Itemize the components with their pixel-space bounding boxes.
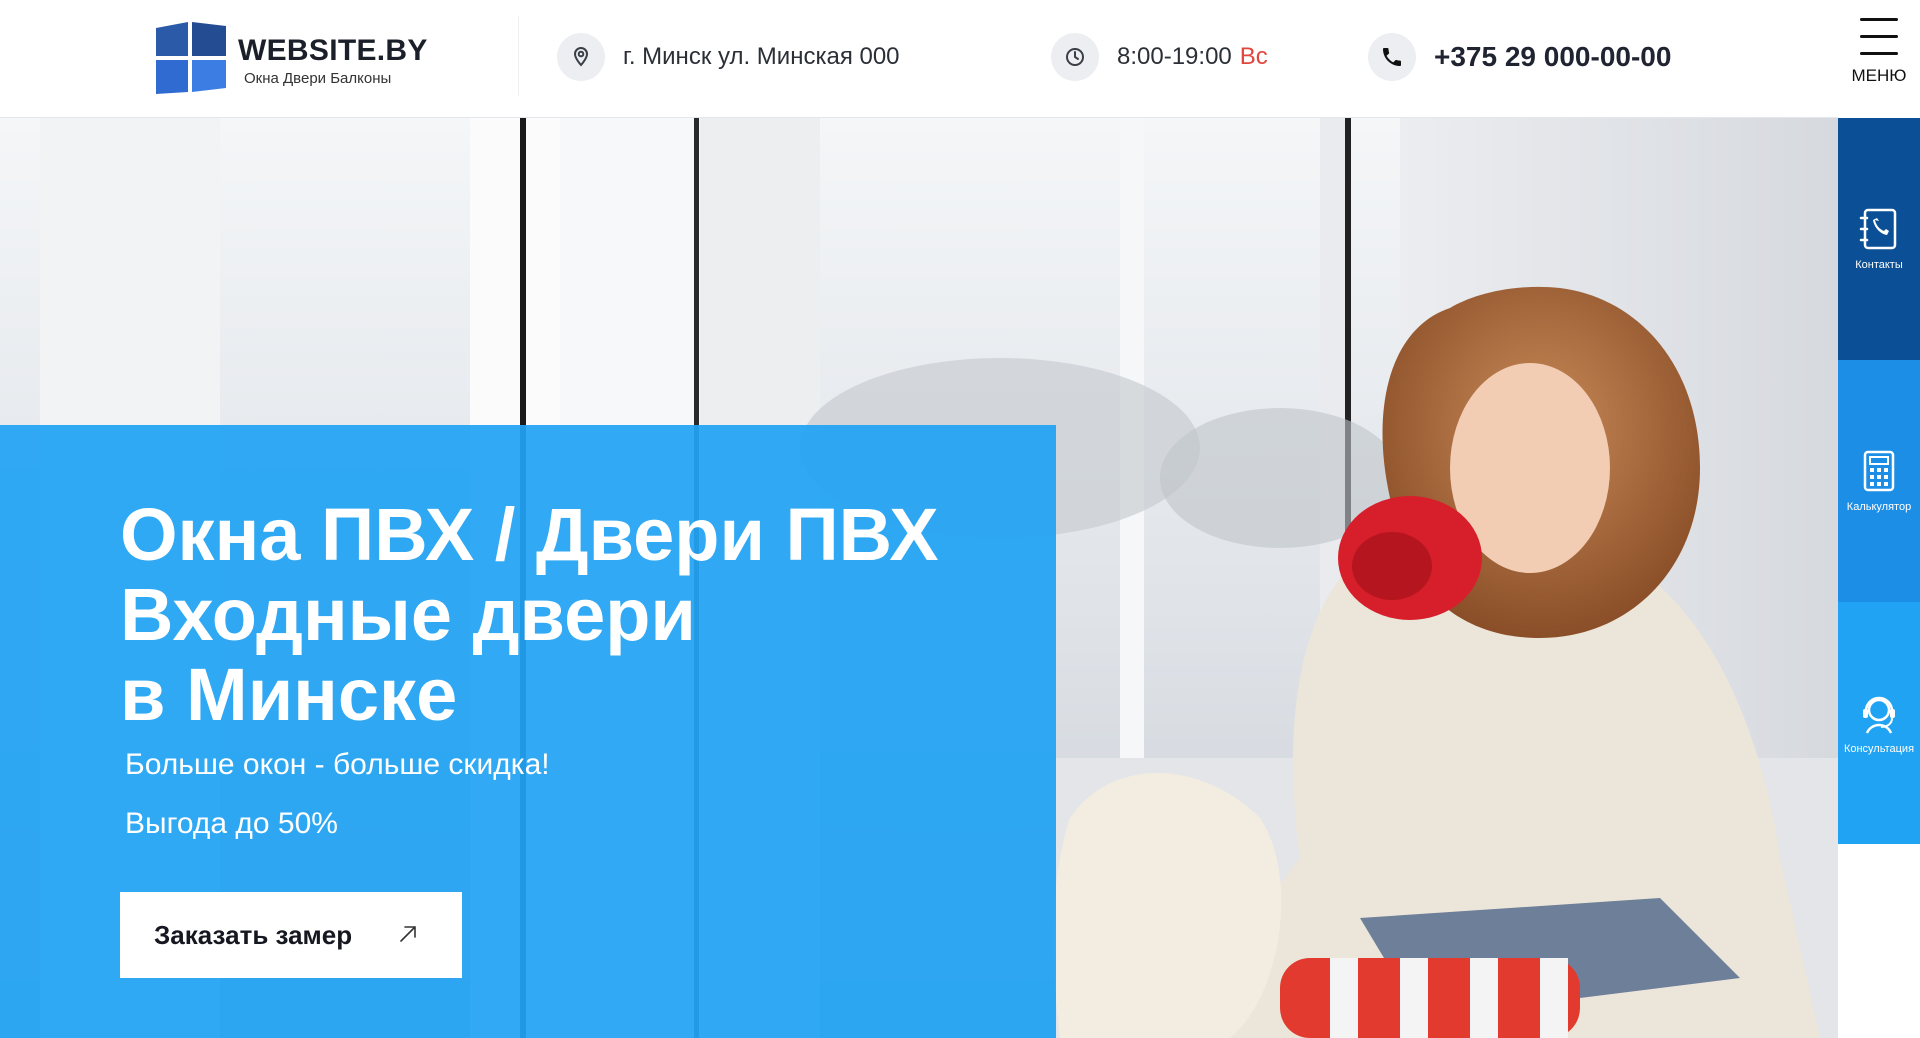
hero-banner: Окна ПВХ / Двери ПВХ Входные двери в Мин… <box>0 118 1838 1038</box>
contacts-label: Контакты <box>1855 259 1903 271</box>
calculator-label: Калькулятор <box>1846 501 1912 513</box>
location-pin-icon <box>557 33 605 81</box>
header-divider <box>518 16 519 96</box>
site-header: WEBSITE.BY Окна Двери Балконы г. Минск у… <box>0 0 1838 118</box>
headset-icon <box>1863 696 1895 734</box>
hero-title: Окна ПВХ / Двери ПВХ Входные двери в Мин… <box>120 495 1040 735</box>
contacts-button[interactable]: Контакты <box>1838 118 1920 360</box>
hamburger-icon <box>1860 18 1898 56</box>
hero-title-line-1: Окна ПВХ / Двери ПВХ <box>120 493 939 576</box>
hours-day-text: Вс <box>1239 43 1268 70</box>
hero-title-line-3: в Минске <box>120 653 458 736</box>
calculator-button[interactable]: Калькулятор <box>1838 360 1920 602</box>
arrow-up-right-icon <box>400 926 416 942</box>
cta-label: Заказать замер <box>154 919 353 950</box>
address-text: г. Минск ул. Минская 000 <box>623 43 900 70</box>
logo-tagline: Окна Двери Балконы <box>244 70 392 87</box>
order-measurement-button[interactable]: Заказать замер <box>120 892 462 978</box>
consultation-label: Консультация <box>1843 743 1915 755</box>
window-logo-icon <box>156 22 226 94</box>
hero-subtitle-benefit: Выгода до 50% <box>125 807 338 840</box>
menu-button[interactable]: МЕНЮ <box>1838 0 1920 118</box>
consultation-button[interactable]: Консультация <box>1838 602 1920 844</box>
calculator-icon <box>1863 450 1895 492</box>
header-hours: 8:00-19:00 Вс <box>1051 32 1268 82</box>
menu-label: МЕНЮ <box>1851 66 1907 85</box>
hero-subtitle-discount: Больше окон - больше скидка! <box>125 748 550 781</box>
phone-number: +375 29 000-00-00 <box>1434 41 1672 72</box>
clock-icon <box>1051 33 1099 81</box>
hours-text: 8:00-19:00 <box>1117 43 1232 70</box>
hero-title-line-2: Входные двери <box>120 573 696 656</box>
contacts-book-icon <box>1859 208 1897 250</box>
side-rail: МЕНЮ Контакты Калькулятор Консультация <box>1838 0 1920 1038</box>
logo-name: WEBSITE.BY <box>238 34 428 67</box>
site-logo[interactable]: WEBSITE.BY Окна Двери Балконы <box>154 20 427 98</box>
phone-icon <box>1368 33 1416 81</box>
hero-text-panel: Окна ПВХ / Двери ПВХ Входные двери в Мин… <box>0 425 1056 1038</box>
header-address: г. Минск ул. Минская 000 <box>557 32 900 82</box>
header-phone-link[interactable]: +375 29 000-00-00 <box>1368 32 1671 82</box>
